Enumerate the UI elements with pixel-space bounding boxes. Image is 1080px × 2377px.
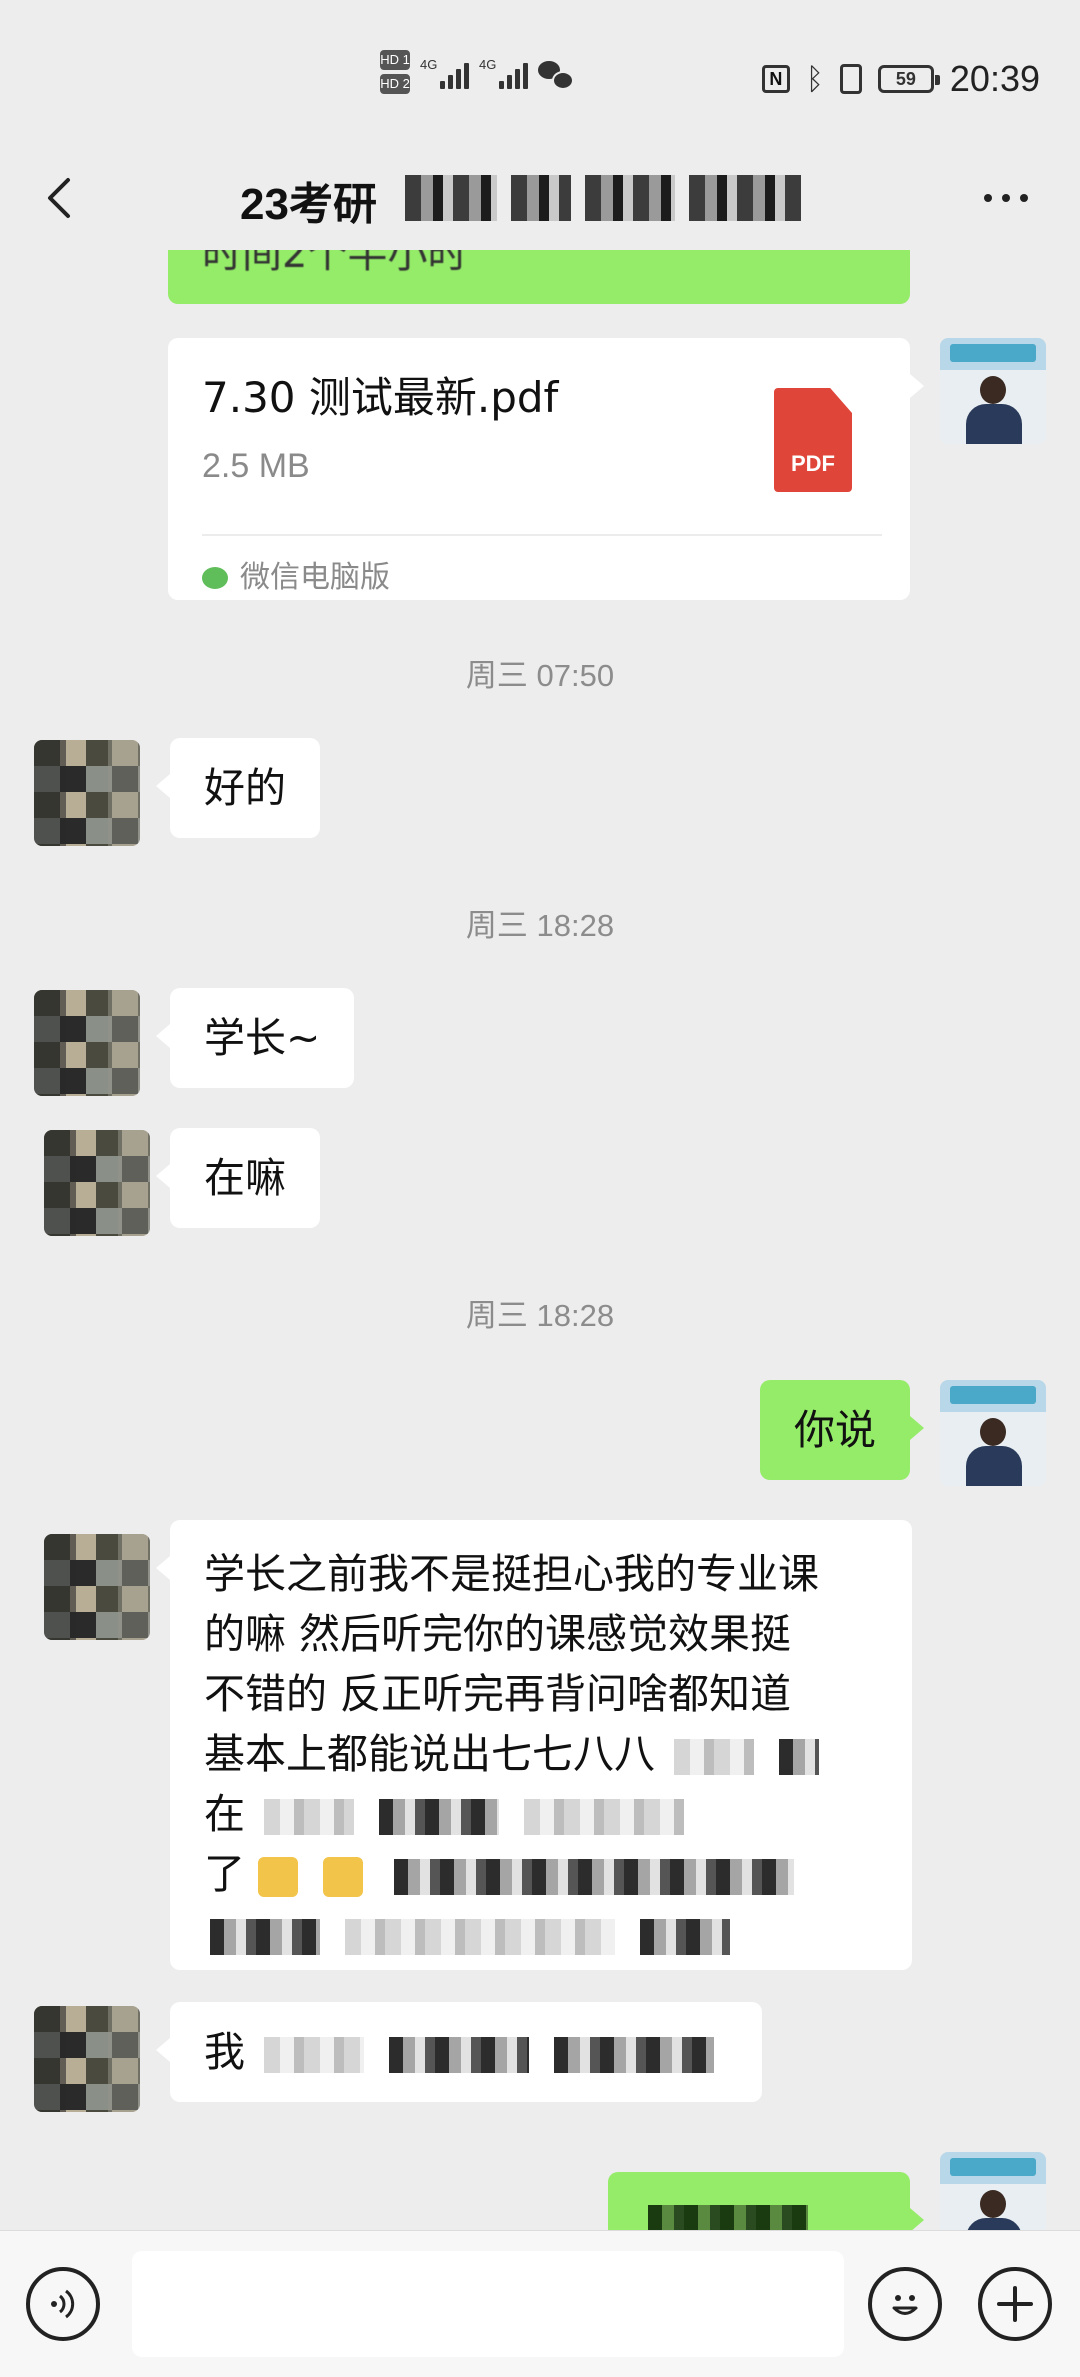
time-separator: 周三 07:50	[465, 658, 615, 693]
message-bubble-contact[interactable]: 好的	[156, 738, 320, 838]
contact-avatar[interactable]	[44, 1534, 150, 1640]
redacted-block	[264, 2037, 365, 2073]
self-avatar[interactable]	[940, 338, 1046, 444]
status-right: N ᛒ 59 20:39	[761, 58, 1040, 100]
vibrate-icon	[839, 64, 862, 94]
message-text: 我	[204, 2028, 245, 2076]
title-redacted-block	[405, 175, 801, 221]
time-separator: 周三 18:28	[465, 908, 615, 943]
nfc-icon: N	[761, 65, 790, 93]
sim1-badge: HD 1	[380, 50, 410, 70]
signal-2-icon: 4G	[479, 57, 528, 89]
voice-icon[interactable]	[26, 2267, 100, 2341]
input-bar	[0, 2230, 1080, 2377]
contact-avatar[interactable]	[34, 990, 140, 1096]
message-text: 你说	[794, 1406, 876, 1454]
message-line: 不错的 反正听完再背问啥都知道	[204, 1670, 792, 1718]
message-bubble-contact[interactable]: 我	[156, 2002, 762, 2102]
redacted-block	[554, 2037, 715, 2073]
redacted-block	[389, 2037, 530, 2073]
emoji-icon[interactable]	[868, 2267, 942, 2341]
redacted-block	[264, 1799, 355, 1835]
wechat-notify-icon	[538, 61, 574, 90]
emoji-icon	[258, 1857, 299, 1897]
bluetooth-icon: ᛒ	[805, 61, 824, 97]
emoji-icon	[323, 1857, 364, 1897]
message-bubble-self-partial: 时间2个半小时	[168, 250, 910, 304]
redacted-block	[524, 1799, 685, 1835]
message-bubble-contact-long[interactable]: 学长之前我不是挺担心我的专业课 的嘛 然后听完你的课感觉效果挺 不错的 反正听完…	[156, 1520, 912, 1970]
file-source: 微信电脑版	[202, 548, 390, 608]
sim2-badge: HD 2	[380, 74, 410, 94]
message-line: 学长之前我不是挺担心我的专业课	[204, 1550, 819, 1598]
contact-avatar[interactable]	[34, 2006, 140, 2112]
message-line: 了	[204, 1844, 878, 1904]
file-size: 2.5 MB	[202, 447, 310, 485]
file-message-card[interactable]: 7.30 测试最新.pdf 2.5 MB PDF 微信电脑版	[168, 338, 924, 600]
net-1-label: 4G	[420, 57, 438, 72]
message-list[interactable]: 时间2个半小时 7.30 测试最新.pdf 2.5 MB PDF 微信电脑版 周…	[0, 250, 1080, 2230]
redacted-block	[640, 1919, 731, 1955]
signal-1-icon: 4G	[420, 57, 469, 89]
redacted-block	[779, 1739, 820, 1775]
message-bubble-self-partial[interactable]	[608, 2172, 924, 2230]
redacted-block	[379, 1799, 500, 1835]
contact-avatar[interactable]	[34, 740, 140, 846]
message-input[interactable]	[132, 2251, 844, 2357]
message-line: 基本上都能说出七七八八	[204, 1724, 878, 1784]
back-icon[interactable]	[36, 172, 88, 224]
contact-avatar[interactable]	[44, 1130, 150, 1236]
message-line-text: 了	[204, 1850, 245, 1898]
status-bar: HD 1 HD 2 4G 4G N ᛒ 59 20:39	[0, 0, 1080, 150]
pdf-label: PDF	[791, 451, 835, 476]
message-bubble-contact[interactable]: 学长~	[155, 988, 355, 1088]
file-source-label: 微信电脑版	[240, 560, 390, 595]
sim-badges: HD 1 HD 2	[380, 50, 410, 98]
message-line-text: 在	[204, 1790, 245, 1838]
redacted-block	[210, 1919, 320, 1955]
message-text: 学长~	[204, 1014, 321, 1062]
message-line-text: 基本上都能说出七七八八	[204, 1730, 655, 1778]
wechat-pc-icon	[202, 567, 228, 589]
message-bubble-contact[interactable]: 在嘛	[156, 1128, 320, 1228]
net-2-label: 4G	[479, 57, 497, 72]
battery-level: 59	[895, 69, 916, 89]
plus-icon[interactable]	[978, 2267, 1052, 2341]
self-avatar[interactable]	[940, 2152, 1046, 2230]
redacted-block	[648, 2205, 808, 2230]
more-options-icon[interactable]	[984, 194, 1028, 202]
message-bubble-self[interactable]: 你说	[760, 1380, 924, 1480]
chat-title: 23考研	[240, 180, 377, 229]
file-divider	[202, 534, 882, 536]
message-line: 在	[204, 1784, 878, 1844]
clock: 20:39	[949, 58, 1040, 99]
redacted-block	[394, 1859, 795, 1895]
battery-icon: 59	[877, 65, 940, 93]
partial-text: 时间2个半小时	[202, 250, 468, 277]
time-separator: 周三 18:28	[465, 1298, 615, 1333]
status-left: HD 1 HD 2 4G 4G	[380, 50, 574, 98]
redacted-block	[345, 1919, 616, 1955]
pdf-file-icon: PDF	[774, 388, 852, 492]
message-text: 好的	[204, 764, 286, 812]
message-line: 的嘛 然后听完你的课感觉效果挺	[204, 1610, 792, 1658]
file-name: 7.30 测试最新.pdf	[202, 373, 559, 422]
self-avatar[interactable]	[940, 1380, 1046, 1486]
chat-header: 23考研	[0, 150, 1080, 250]
message-text: 在嘛	[204, 1154, 286, 1202]
message-line	[204, 1904, 878, 1964]
redacted-block	[674, 1739, 755, 1775]
